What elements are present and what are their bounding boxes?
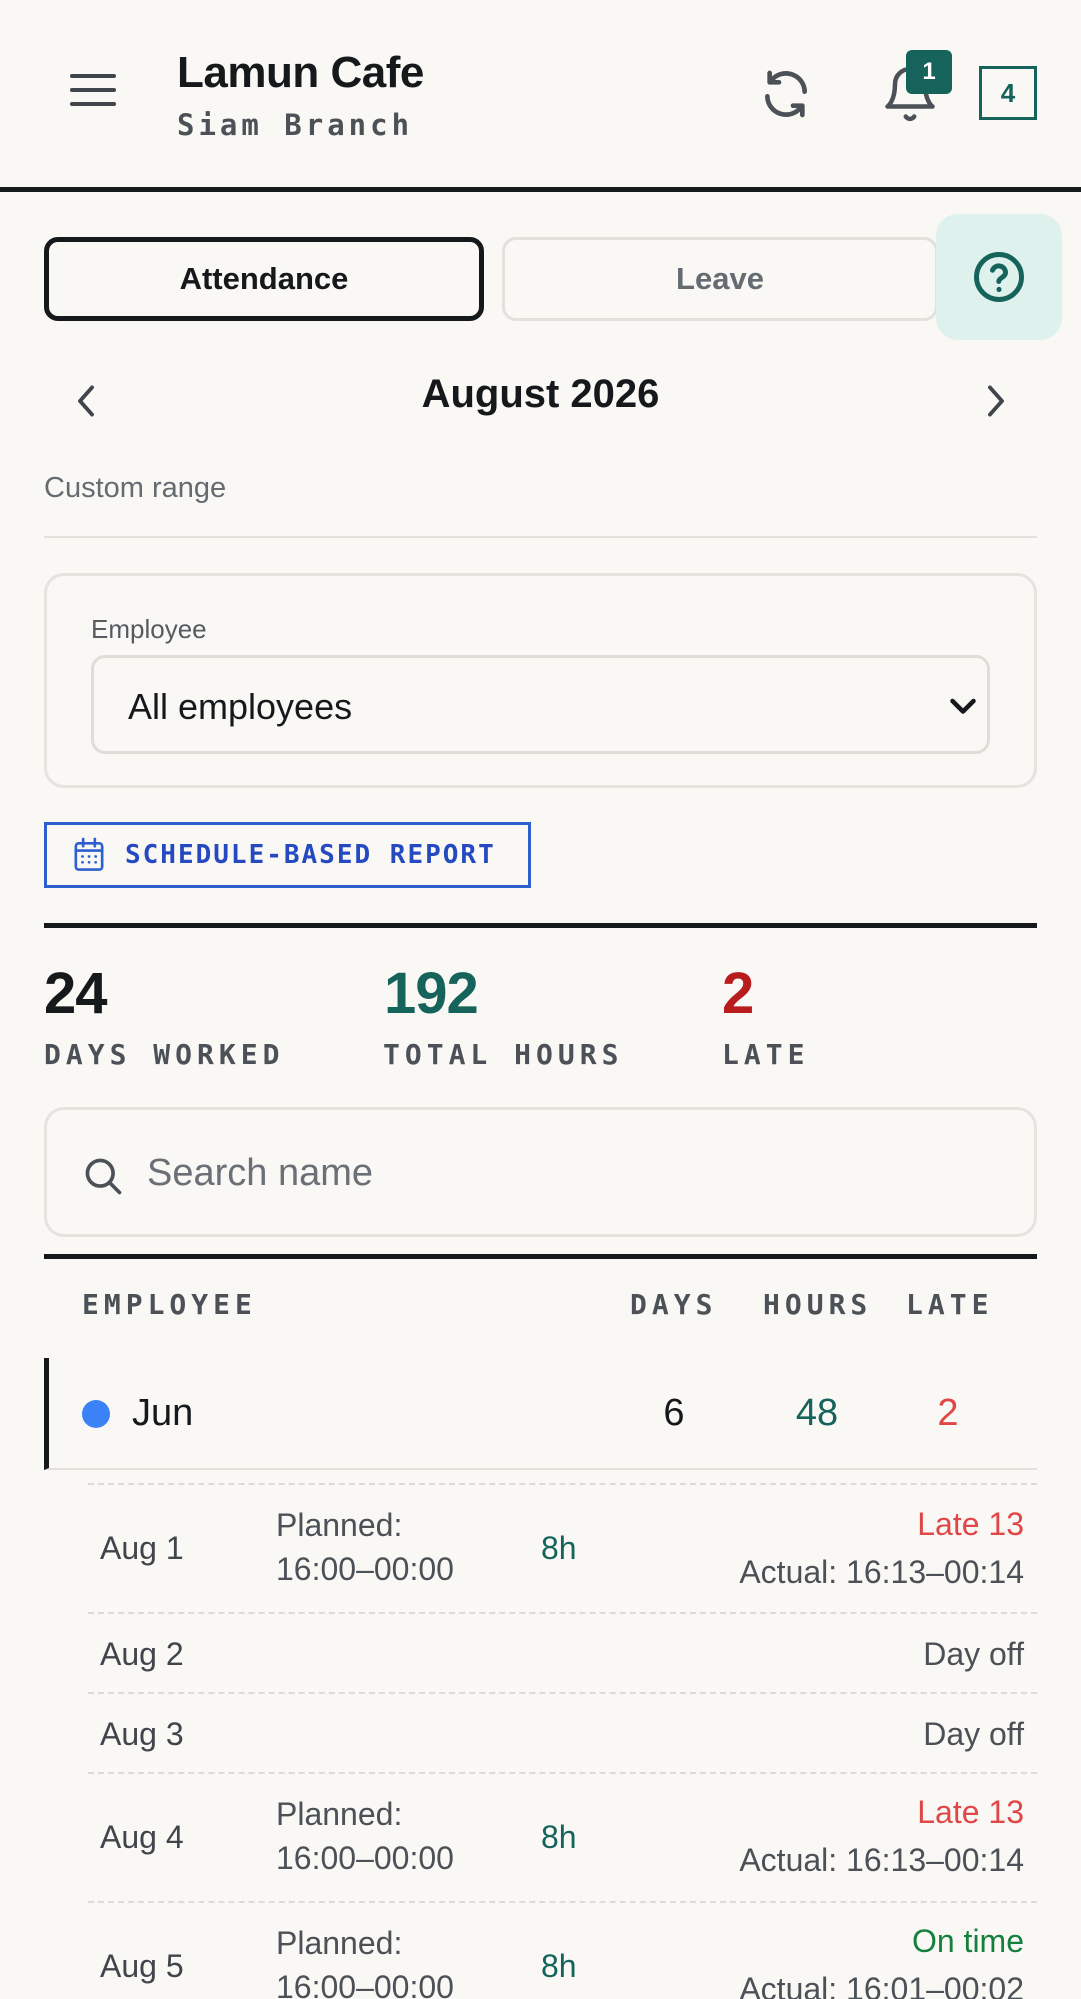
app-title: Lamun Cafe <box>177 48 424 97</box>
detail-actual: Actual: 16:13–00:14 <box>739 1842 1024 1878</box>
row-divider <box>88 1692 1037 1694</box>
detail-planned: Planned: 16:00–00:00 <box>276 1796 454 1876</box>
detail-status: Late 13 <box>917 1506 1024 1542</box>
detail-date: Aug 2 <box>100 1636 184 1672</box>
app-header: Lamun Cafe Siam Branch 1 4 <box>0 0 1081 192</box>
stat-total-hours-label: TOTAL HOURS <box>383 1038 624 1071</box>
detail-planned: Planned: 16:00–00:00 <box>276 1507 454 1587</box>
search-input[interactable] <box>147 1140 1007 1206</box>
column-header-employee: EMPLOYEE <box>82 1288 257 1321</box>
stat-days-worked-value: 24 <box>44 961 108 1026</box>
chevron-right-icon[interactable] <box>978 380 1014 422</box>
detail-status: Day off <box>923 1636 1024 1672</box>
detail-status: Late 13 <box>917 1794 1024 1830</box>
detail-hours: 8h <box>541 1819 577 1855</box>
row-divider <box>88 1772 1037 1774</box>
month-label: August 2026 <box>421 372 660 416</box>
divider <box>44 1254 1037 1259</box>
detail-actual: Actual: 16:01–00:02 <box>739 1971 1024 1999</box>
detail-status: On time <box>911 1923 1024 1959</box>
row-divider <box>88 1612 1037 1614</box>
detail-date: Aug 3 <box>100 1716 184 1752</box>
chevron-down-icon <box>950 698 976 714</box>
menu-icon[interactable] <box>70 74 116 112</box>
pending-count-badge[interactable]: 4 <box>979 66 1037 120</box>
detail-date: Aug 5 <box>100 1948 184 1984</box>
divider <box>44 923 1037 928</box>
employee-select[interactable]: All employees <box>91 655 990 754</box>
employee-days: 6 <box>663 1392 685 1434</box>
detail-date: Aug 4 <box>100 1819 184 1855</box>
detail-status: Day off <box>923 1716 1024 1752</box>
branch-subtitle: Siam Branch <box>177 108 414 142</box>
calendar-icon <box>74 837 104 871</box>
detail-hours: 8h <box>541 1948 577 1984</box>
employee-color-dot <box>82 1400 110 1428</box>
employee-select-value: All employees <box>128 686 353 727</box>
row-divider <box>88 1901 1037 1903</box>
employee-name: Jun <box>132 1392 194 1434</box>
refresh-icon[interactable] <box>758 66 814 122</box>
row-divider <box>88 1483 1037 1485</box>
notification-badge: 1 <box>906 50 952 94</box>
search-icon <box>85 1158 122 1195</box>
employee-filter-label: Employee <box>91 614 207 644</box>
detail-date: Aug 1 <box>100 1530 184 1566</box>
tab-attendance[interactable]: Attendance <box>44 237 484 321</box>
search-box[interactable] <box>44 1107 1037 1237</box>
custom-range-link[interactable]: Custom range <box>44 472 226 505</box>
schedule-report-button[interactable]: SCHEDULE-BASED REPORT <box>44 822 531 888</box>
stat-late-label: LATE <box>722 1038 810 1071</box>
detail-actual: Actual: 16:13–00:14 <box>739 1554 1024 1590</box>
help-icon[interactable] <box>936 214 1062 340</box>
column-header-late: LATE <box>906 1288 994 1321</box>
tab-leave[interactable]: Leave <box>502 237 938 321</box>
stat-total-hours-value: 192 <box>384 961 479 1026</box>
detail-planned: Planned: 16:00–00:00 <box>276 1925 454 1999</box>
stat-late-value: 2 <box>722 961 754 1026</box>
column-header-hours: HOURS <box>763 1288 873 1321</box>
column-header-days: DAYS <box>630 1288 718 1321</box>
detail-hours: 8h <box>541 1530 577 1566</box>
employee-hours: 48 <box>795 1392 839 1434</box>
stat-days-worked-label: DAYS WORKED <box>44 1038 285 1071</box>
divider <box>44 536 1037 538</box>
employee-late: 2 <box>937 1392 959 1434</box>
schedule-report-label: SCHEDULE-BASED REPORT <box>125 840 496 870</box>
